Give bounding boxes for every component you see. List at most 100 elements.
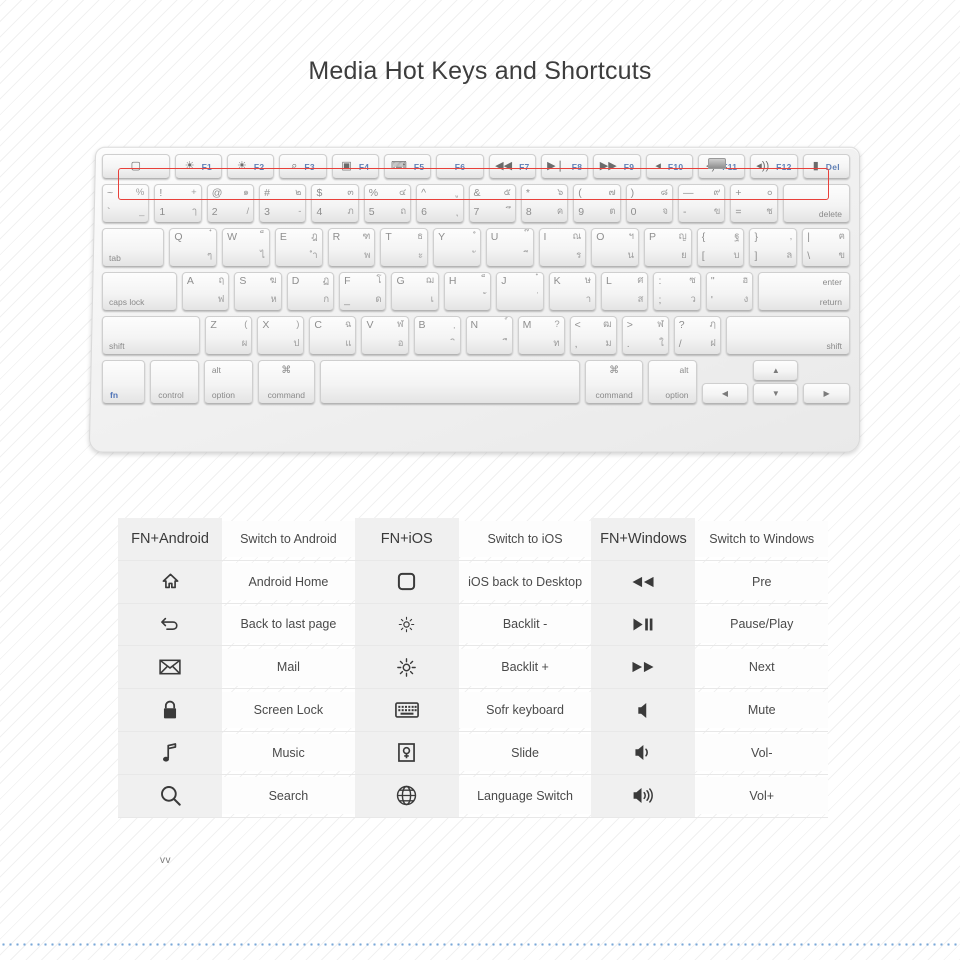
key-caps-lock[interactable]: caps lock bbox=[102, 272, 177, 311]
key-legend-top-left: G bbox=[396, 275, 405, 287]
key-legend-bottom-right: ส bbox=[637, 294, 644, 306]
key-home-square[interactable]: ▢ bbox=[102, 154, 170, 179]
key-legend-top-left: E bbox=[279, 231, 287, 243]
key-y[interactable]: Yํ ั bbox=[433, 228, 481, 267]
key-7[interactable]: &๕ 7ึ bbox=[468, 184, 516, 223]
key-t[interactable]: T ธ ะ bbox=[380, 228, 429, 267]
key-legend-top-left: # bbox=[264, 187, 270, 199]
key-u[interactable]: U๊ ี bbox=[485, 228, 534, 267]
key-j[interactable]: J๋ ่ bbox=[496, 272, 544, 311]
key-legend-top-right: ๐ bbox=[766, 187, 773, 198]
key-legend-bottom-left: = bbox=[735, 206, 742, 219]
key-legend-top-right: ๑ bbox=[243, 187, 250, 198]
key-0[interactable]: ) ๘ 0 จ bbox=[625, 184, 673, 223]
key-8[interactable]: * ๖ 8 ค bbox=[520, 184, 569, 223]
key-m[interactable]: M? ท bbox=[517, 316, 565, 355]
key-f8[interactable]: ▶❘ F8 bbox=[541, 154, 589, 179]
key-legend-bottom-right: ค bbox=[556, 206, 564, 218]
key-slash[interactable]: ? ฦ / ฝ bbox=[673, 316, 721, 355]
key-g[interactable]: G ฌ เ bbox=[391, 272, 439, 311]
key-b[interactable]: Bฺ ิ bbox=[413, 316, 461, 355]
key-quote[interactable]: " ฮ ' ง bbox=[705, 272, 754, 311]
arrow-updown-cluster: ▲ ▼ bbox=[753, 360, 799, 404]
key-command-left[interactable]: ⌘ command bbox=[257, 360, 316, 404]
key-f10[interactable]: ◂ F10 bbox=[645, 154, 694, 179]
key-f5[interactable]: ⌨ F5 bbox=[384, 154, 432, 179]
key-6[interactable]: ^ู 6ุ bbox=[416, 184, 464, 223]
key-legend-top-left: C bbox=[314, 319, 322, 331]
key-control[interactable]: control bbox=[150, 360, 199, 404]
key-legend-bottom-right: ร bbox=[576, 250, 582, 262]
table-row: Mail bbox=[118, 646, 355, 690]
key-tilde[interactable]: ~% ` _ bbox=[102, 184, 150, 223]
key-o[interactable]: O ฯ น bbox=[591, 228, 639, 267]
key-d[interactable]: D ฏ ก bbox=[286, 272, 335, 311]
key-del[interactable]: ▮ Del bbox=[802, 154, 850, 179]
key-legend-top-left: Z bbox=[210, 319, 217, 331]
key-q[interactable]: Q๋ ๆ bbox=[169, 228, 218, 267]
key-legend-bottom-right: ต bbox=[609, 206, 616, 218]
key-command-right[interactable]: ⌘ command bbox=[585, 360, 643, 404]
key-semicolon[interactable]: : ซ ; ว bbox=[653, 272, 701, 311]
key-p[interactable]: P ญ ย bbox=[644, 228, 692, 267]
key-2[interactable]: @๑ 2 / bbox=[206, 184, 255, 223]
key-legend-bottom-right: จ bbox=[662, 206, 668, 218]
key-1[interactable]: ! + 1 ๅ bbox=[154, 184, 202, 223]
key-4[interactable]: $๓ 4 ภ bbox=[311, 184, 359, 223]
key-9[interactable]: (๗ 9 ต bbox=[573, 184, 621, 223]
key-comma[interactable]: < ฒ , ม bbox=[569, 316, 617, 355]
key-a[interactable]: A ฤ ฟ bbox=[181, 272, 230, 311]
key-f6[interactable]: F6 bbox=[436, 154, 484, 179]
key-alt-option-right[interactable]: alt option bbox=[647, 360, 697, 404]
key-alt-option-left[interactable]: alt option bbox=[203, 360, 253, 404]
key-bracket-left[interactable]: {ฐ [บ bbox=[696, 228, 745, 267]
key-shift-right[interactable]: shift bbox=[725, 316, 851, 355]
key-3[interactable]: #๒ 3 - bbox=[259, 184, 307, 223]
key-legend-bottom-right: / bbox=[246, 206, 250, 218]
key-bracket-right[interactable]: }, ] ล bbox=[749, 228, 798, 267]
key-shift-left[interactable]: shift bbox=[102, 316, 201, 355]
key-f3[interactable]: ⌕ F3 bbox=[279, 154, 327, 179]
key-arrow-left[interactable]: ◀ bbox=[701, 383, 749, 404]
key-option-label: option bbox=[211, 390, 236, 400]
key-5[interactable]: % ๔ 5 ถ bbox=[363, 184, 412, 223]
key-f4[interactable]: ▣ F4 bbox=[331, 154, 380, 179]
key-enter[interactable]: enter return bbox=[758, 272, 850, 311]
key-l[interactable]: L ศ ส bbox=[601, 272, 649, 311]
key-f1[interactable]: ☀ F1 bbox=[174, 154, 223, 179]
key-enter-label: enter bbox=[822, 277, 842, 287]
table-row: Pre bbox=[591, 560, 829, 604]
key-minus[interactable]: — ๙ - ข bbox=[677, 184, 726, 223]
key-h[interactable]: H็ ้ bbox=[443, 272, 492, 311]
key-w[interactable]: W็ ไ bbox=[222, 228, 270, 267]
key-c[interactable]: C ฉ แ bbox=[309, 316, 357, 355]
key-e[interactable]: E ฎ ำ bbox=[274, 228, 323, 267]
key-z[interactable]: Z ( ผ bbox=[205, 316, 253, 355]
key-backslash[interactable]: | ฅ \ ข bbox=[802, 228, 850, 267]
key-legend-bottom-left: 0 bbox=[630, 206, 637, 219]
key-arrow-right[interactable]: ▶ bbox=[803, 383, 851, 404]
key-arrow-up[interactable]: ▲ bbox=[753, 360, 799, 381]
key-f9[interactable]: ▶▶ F9 bbox=[593, 154, 641, 179]
key-f2[interactable]: ☀ F2 bbox=[227, 154, 275, 179]
key-legend-bottom-right: ป bbox=[293, 338, 300, 350]
key-delete[interactable]: delete bbox=[782, 184, 851, 223]
key-equal[interactable]: +๐ = ช bbox=[730, 184, 778, 223]
key-s[interactable]: S ฆ ห bbox=[234, 272, 282, 311]
key-fn[interactable]: fn bbox=[102, 360, 146, 404]
key-f[interactable]: F โ _ ด bbox=[339, 272, 387, 311]
key-space[interactable] bbox=[320, 360, 581, 404]
key-legend-bottom-right: ข bbox=[713, 206, 721, 218]
key-f7[interactable]: ◀◀ F7 bbox=[488, 154, 537, 179]
key-period[interactable]: > ฬ . ใ bbox=[621, 316, 669, 355]
key-f12[interactable]: ◂)) F12 bbox=[750, 154, 798, 179]
key-k[interactable]: K ษ า bbox=[548, 272, 597, 311]
key-i[interactable]: I ณ ร bbox=[538, 228, 587, 267]
key-r[interactable]: R ฑ พ bbox=[327, 228, 376, 267]
key-n[interactable]: N์ ื bbox=[465, 316, 513, 355]
key-arrow-down[interactable]: ▼ bbox=[753, 383, 799, 404]
key-x[interactable]: X) ป bbox=[257, 316, 305, 355]
key-v[interactable]: V ฬ อ bbox=[361, 316, 409, 355]
key-tab[interactable]: tab bbox=[102, 228, 165, 267]
key-legend-top-left: M bbox=[522, 319, 532, 331]
